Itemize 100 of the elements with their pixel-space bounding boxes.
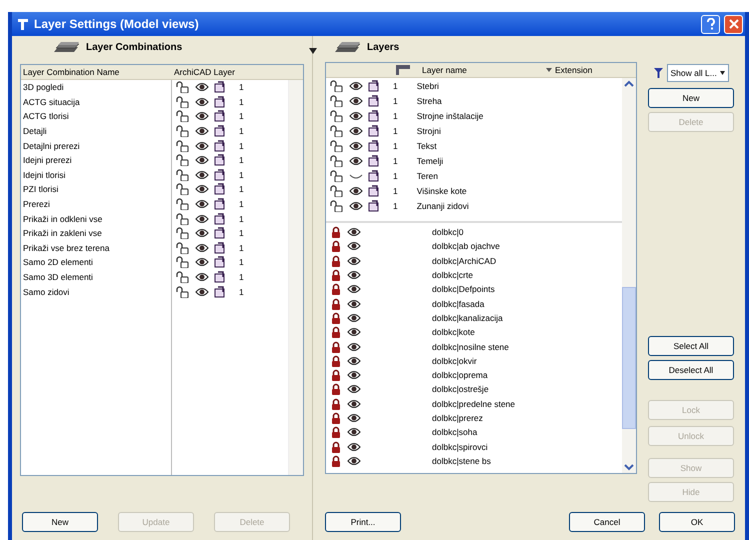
box-icon[interactable]	[368, 200, 380, 212]
open-padlock-icon[interactable]	[176, 198, 190, 210]
eye-icon[interactable]	[349, 96, 363, 106]
box-icon[interactable]	[368, 94, 380, 106]
layer-name[interactable]: dolbkc|kanalizacija	[432, 312, 503, 323]
layer-name[interactable]: dolbkc|ArchiCAD	[432, 256, 496, 266]
open-padlock-icon[interactable]	[330, 200, 344, 212]
box-icon[interactable]	[214, 168, 226, 181]
box-icon[interactable]	[214, 140, 226, 152]
box-icon[interactable]	[214, 242, 226, 254]
layer-name[interactable]: Teren	[416, 170, 438, 180]
locked-padlock-icon[interactable]	[330, 254, 342, 267]
locked-padlock-icon[interactable]	[330, 298, 342, 310]
box-icon[interactable]	[214, 154, 226, 166]
eye-icon[interactable]	[349, 186, 363, 196]
eye-icon[interactable]	[195, 184, 209, 194]
combination-name[interactable]: Samo 2D elementi	[23, 257, 93, 268]
layer-name[interactable]: Strojni	[416, 126, 441, 136]
box-icon[interactable]	[214, 256, 226, 268]
eye-icon[interactable]	[347, 370, 361, 380]
box-icon[interactable]	[214, 198, 226, 210]
open-padlock-icon[interactable]	[330, 124, 344, 136]
box-icon[interactable]	[368, 184, 380, 196]
layer-name[interactable]: dolbkc|ab ojachve	[432, 241, 500, 252]
scroll-thumb[interactable]	[622, 287, 636, 429]
open-padlock-icon[interactable]	[176, 286, 190, 298]
cancel-button[interactable]: Cancel	[569, 512, 645, 532]
open-padlock-icon[interactable]	[176, 183, 190, 196]
box-icon[interactable]	[368, 170, 380, 182]
layer-name[interactable]: Streha	[416, 96, 442, 106]
open-padlock-icon[interactable]	[330, 140, 344, 152]
ok-button[interactable]: OK	[659, 512, 735, 532]
combination-name[interactable]: Detajli	[23, 126, 47, 136]
open-padlock-icon[interactable]	[176, 271, 190, 284]
eye-icon[interactable]	[195, 126, 209, 136]
eye-icon[interactable]	[195, 96, 209, 107]
eye-icon[interactable]	[347, 413, 361, 423]
eye-icon[interactable]	[347, 398, 361, 409]
layer-name[interactable]: dolbkc|oprema	[432, 370, 488, 380]
open-padlock-icon[interactable]	[176, 140, 190, 152]
layer-name[interactable]: dolbkc|ostrešje	[432, 384, 489, 394]
layer-name[interactable]: dolbkc|nosilne stene	[432, 342, 509, 352]
eye-icon[interactable]	[349, 110, 363, 120]
layer-name[interactable]: Tekst	[416, 140, 437, 150]
open-padlock-icon[interactable]	[330, 80, 344, 92]
combination-name[interactable]: 3D pogledi	[23, 82, 64, 92]
eye-icon[interactable]	[347, 241, 361, 252]
open-padlock-icon[interactable]	[176, 81, 190, 94]
column-header[interactable]: Extension	[546, 65, 592, 75]
layer-button[interactable]: New	[648, 88, 734, 108]
select-button[interactable]: Deselect All	[648, 360, 734, 380]
layer-name[interactable]: dolbkc|prerez	[432, 413, 483, 423]
locked-padlock-icon[interactable]	[330, 340, 342, 353]
eye-icon[interactable]	[195, 199, 209, 210]
eye-icon[interactable]	[347, 427, 361, 438]
layer-name[interactable]: dolbkc|Defpoints	[432, 284, 495, 294]
locked-padlock-icon[interactable]	[330, 369, 342, 382]
box-icon[interactable]	[214, 81, 226, 94]
eye-icon[interactable]	[347, 327, 361, 338]
locked-padlock-icon[interactable]	[330, 412, 342, 424]
combination-name[interactable]: Prikaži in odkleni vse	[23, 214, 102, 224]
open-padlock-icon[interactable]	[176, 227, 190, 240]
open-padlock-icon[interactable]	[176, 125, 190, 138]
locked-padlock-icon[interactable]	[330, 426, 342, 438]
eye-icon[interactable]	[195, 286, 209, 297]
eye-icon[interactable]	[347, 456, 361, 466]
scroll-up-icon[interactable]	[624, 80, 634, 88]
layer-name[interactable]: Zunanji zidovi	[416, 200, 469, 210]
layer-name[interactable]: Stebri	[416, 80, 439, 90]
open-padlock-icon[interactable]	[176, 242, 190, 254]
locked-padlock-icon[interactable]	[330, 312, 342, 324]
filter-dropdown[interactable]: Show all L...	[666, 64, 728, 82]
combination-name[interactable]: Prikaži vse brez terena	[23, 242, 110, 253]
eye-icon[interactable]	[347, 256, 361, 266]
open-padlock-icon[interactable]	[176, 212, 190, 225]
combination-name[interactable]: ACTG tlorisi	[23, 111, 69, 122]
locked-padlock-icon[interactable]	[330, 240, 342, 252]
eye-icon[interactable]	[195, 257, 209, 268]
open-padlock-icon[interactable]	[330, 154, 344, 166]
layer-name[interactable]: Strojne inštalacije	[416, 110, 484, 120]
locked-padlock-icon[interactable]	[330, 269, 342, 282]
locked-padlock-icon[interactable]	[330, 398, 342, 410]
eye-icon[interactable]	[347, 298, 361, 309]
locked-padlock-icon[interactable]	[330, 226, 342, 238]
open-padlock-icon[interactable]	[176, 256, 190, 268]
box-icon[interactable]	[214, 96, 226, 108]
open-padlock-icon[interactable]	[330, 184, 344, 196]
eye-icon[interactable]	[349, 200, 363, 210]
eye-icon[interactable]	[195, 82, 209, 92]
locked-padlock-icon[interactable]	[330, 440, 342, 453]
dropdown-arrow-icon[interactable]	[309, 48, 317, 54]
box-icon[interactable]	[368, 110, 380, 122]
eye-icon[interactable]	[347, 227, 361, 238]
layer-name[interactable]: Temelji	[416, 156, 444, 166]
locked-padlock-icon[interactable]	[330, 354, 342, 367]
help-button[interactable]	[701, 14, 720, 34]
eye-icon[interactable]	[347, 442, 361, 452]
layer-name[interactable]: dolbkc|0	[432, 227, 464, 238]
open-padlock-icon[interactable]	[176, 168, 190, 181]
eye-icon[interactable]	[195, 272, 209, 282]
